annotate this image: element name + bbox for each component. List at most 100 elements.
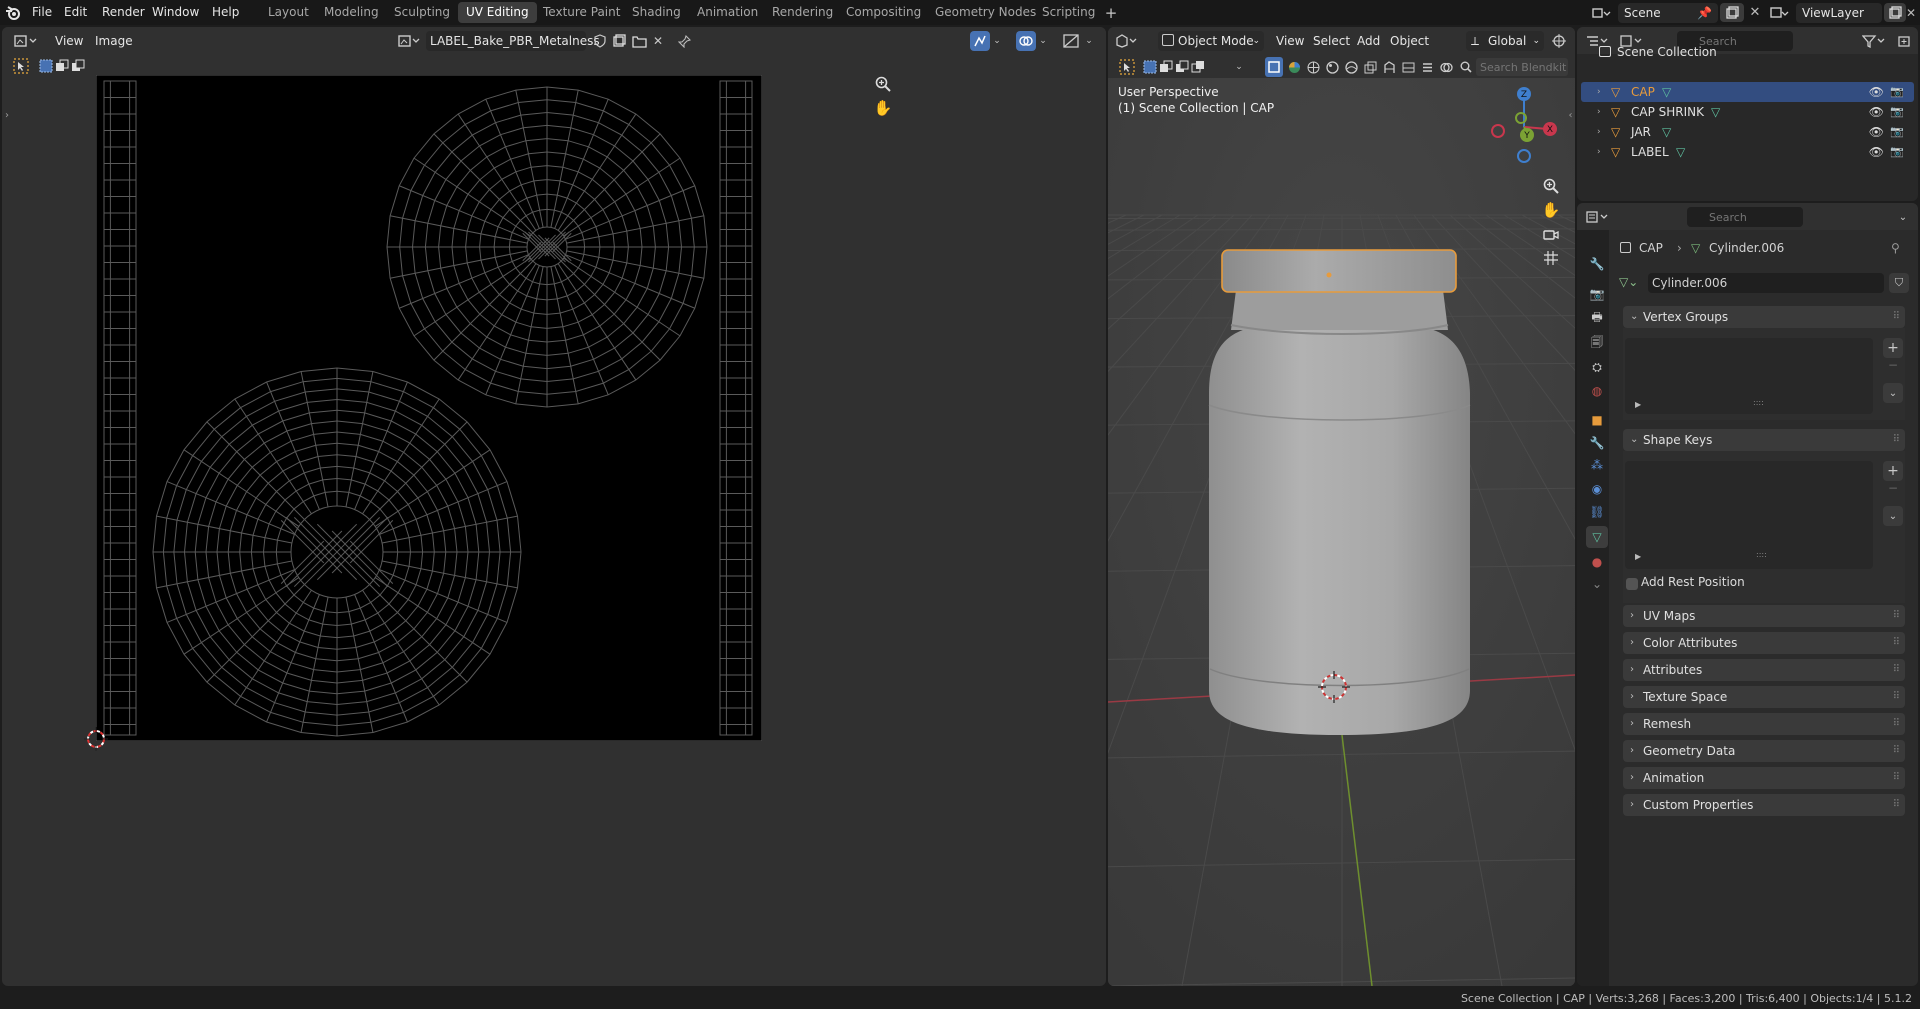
outliner-row-label[interactable]: › ▽ LABEL ▽ 👁 📷 — [1581, 142, 1914, 162]
editor-type-image-icon[interactable] — [10, 31, 44, 51]
breadcrumb-object[interactable]: CAP — [1639, 238, 1663, 258]
output-tab-icon[interactable]: 🖶 — [1586, 307, 1608, 329]
viewport-add-menu[interactable]: Add — [1352, 32, 1385, 50]
panel-geometry-data[interactable]: › Geometry Data ⠿ — [1623, 740, 1905, 762]
uv-sync-select-icon[interactable] — [970, 31, 990, 51]
panel-texture-space[interactable]: › Texture Space ⠿ — [1623, 686, 1905, 708]
render-camera-icon[interactable]: 📷 — [1890, 102, 1904, 122]
shading-rendered-icon[interactable] — [1342, 57, 1360, 77]
physics-tab-icon[interactable]: ◉ — [1586, 478, 1608, 500]
select-mode-subtract-icon[interactable] — [1174, 57, 1190, 77]
shape-key-specials-button[interactable]: ⌄ — [1883, 506, 1903, 526]
scene-name-field[interactable]: Scene 📌 — [1618, 3, 1718, 23]
breadcrumb-mesh[interactable]: Cylinder.006 — [1709, 238, 1784, 258]
overlays-icon[interactable] — [1016, 31, 1036, 51]
color-sphere-icon[interactable] — [1285, 57, 1303, 77]
pin-icon[interactable]: 📌 — [1697, 3, 1712, 23]
mesh-data-tab-icon[interactable]: ▽ — [1586, 526, 1608, 548]
drag-grip-icon[interactable]: ⠿ — [1893, 740, 1900, 762]
select-mode-subtract-icon[interactable] — [70, 56, 86, 76]
snap-icon[interactable] — [1380, 57, 1398, 77]
open-image-folder-icon[interactable] — [629, 31, 649, 51]
tab-rendering[interactable]: Rendering — [764, 2, 841, 23]
object-name[interactable]: CAP — [1631, 82, 1655, 102]
menu-render[interactable]: Render — [96, 3, 151, 22]
perspective-toggle-icon[interactable] — [1540, 247, 1562, 269]
orientation-dropdown[interactable]: ⟂ Global ⌄ — [1466, 31, 1544, 51]
viewport-view-menu[interactable]: View — [1271, 32, 1309, 50]
fake-user-shield-icon[interactable]: ⛉ — [1889, 273, 1909, 293]
object-name[interactable]: JAR — [1631, 122, 1651, 142]
camera-view-icon[interactable] — [1540, 223, 1562, 245]
select-tool-icon[interactable] — [10, 56, 32, 76]
drag-grip-icon[interactable]: ⠿ — [1893, 605, 1900, 627]
vertex-groups-list[interactable]: ▶ :::: — [1625, 338, 1873, 414]
drag-grip-icon[interactable]: ⠿ — [1893, 767, 1900, 789]
outliner-row-cap-shrink[interactable]: › ▽ CAP SHRINK ▽ 👁 📷 — [1581, 102, 1914, 122]
panel-color-attributes[interactable]: › Color Attributes ⠿ — [1623, 632, 1905, 654]
shading-solid-icon[interactable] — [1265, 57, 1283, 77]
add-rest-position-checkbox[interactable] — [1626, 578, 1638, 590]
expand-arrow-icon[interactable]: › — [1597, 122, 1601, 142]
visibility-eye-icon[interactable]: 👁 — [1869, 142, 1884, 162]
constraints-tab-icon[interactable]: ⛓ — [1586, 501, 1608, 523]
overlay-toggle-icon[interactable] — [1437, 57, 1455, 77]
scene-tab-icon[interactable]: ⛭ — [1586, 356, 1608, 378]
select-mode-extend-icon[interactable] — [1158, 57, 1174, 77]
list-expand-icon[interactable]: ▶ — [1635, 552, 1641, 561]
chevron-down-icon[interactable]: ⌄ — [1895, 207, 1911, 227]
menu-help[interactable]: Help — [206, 3, 245, 22]
uv-image-menu[interactable]: Image — [90, 32, 138, 50]
uv-2d-cursor-icon[interactable] — [84, 727, 108, 751]
new-scene-icon[interactable] — [1720, 3, 1744, 22]
select-mode-new-icon[interactable] — [38, 56, 54, 76]
view-layer-field[interactable]: ViewLayer — [1796, 3, 1882, 23]
list-resize-grip-icon[interactable]: :::: — [1756, 550, 1767, 559]
tab-layout[interactable]: Layout — [260, 2, 317, 23]
shape-keys-list[interactable]: ▶ :::: — [1625, 461, 1873, 569]
sidebar-expand-icon[interactable]: ‹ — [1566, 107, 1575, 123]
pan-hand-icon[interactable]: ✋ — [1540, 199, 1562, 221]
vertex-group-specials-button[interactable]: ⌄ — [1883, 383, 1903, 403]
tool-tab-icon[interactable]: 🔧 — [1586, 253, 1608, 275]
panel-vertex-groups[interactable]: ⌄ Vertex Groups ⠿ — [1623, 306, 1905, 328]
view-layer-tab-icon[interactable]: 🗐 — [1586, 332, 1608, 354]
pan-hand-icon[interactable]: ✋ — [872, 97, 894, 119]
unlink-image-icon[interactable]: ✕ — [649, 31, 667, 51]
proportional-edit-icon[interactable] — [1399, 57, 1417, 77]
tab-animation[interactable]: Animation — [689, 2, 766, 23]
tab-uv-editing[interactable]: UV Editing — [458, 2, 537, 23]
transform-pivot-icon[interactable] — [1548, 31, 1570, 51]
remove-shape-key-button[interactable]: − — [1883, 481, 1903, 495]
menu-window[interactable]: Window — [146, 3, 205, 22]
menu-file[interactable]: File — [26, 3, 58, 22]
zoom-icon[interactable] — [872, 73, 894, 95]
toolbar-expand-icon[interactable]: › — [2, 107, 12, 123]
drag-grip-icon[interactable]: ⠿ — [1893, 632, 1900, 654]
panel-custom-properties[interactable]: › Custom Properties ⠿ — [1623, 794, 1905, 816]
tab-geometry-nodes[interactable]: Geometry Nodes — [927, 2, 1044, 23]
panel-animation[interactable]: › Animation ⠿ — [1623, 767, 1905, 789]
image-name-field[interactable]: LABEL_Bake_PBR_Metalness — [426, 31, 600, 51]
channels-dropdown-icon[interactable]: ⌄ — [1082, 31, 1096, 51]
blender-logo-icon[interactable] — [4, 4, 22, 21]
scene-icon[interactable] — [1588, 3, 1616, 22]
expand-arrow-icon[interactable]: › — [1597, 142, 1601, 162]
drag-grip-icon[interactable]: ⠿ — [1893, 429, 1900, 451]
chevron-down-icon[interactable]: ⌄ — [1232, 57, 1246, 77]
shading-wire-icon[interactable] — [1304, 57, 1322, 77]
zoom-icon[interactable] — [1540, 175, 1562, 197]
add-vertex-group-button[interactable]: + — [1883, 338, 1903, 358]
list-resize-grip-icon[interactable]: :::: — [1753, 398, 1764, 407]
fake-user-icon[interactable] — [590, 31, 610, 51]
shading-material-icon[interactable] — [1323, 57, 1341, 77]
panel-shape-keys[interactable]: ⌄ Shape Keys ⠿ — [1623, 429, 1905, 451]
more-tabs-icon[interactable]: ⌄ — [1586, 573, 1608, 595]
tab-sculpting[interactable]: Sculpting — [386, 2, 458, 23]
render-camera-icon[interactable]: 📷 — [1890, 122, 1904, 142]
tab-compositing[interactable]: Compositing — [838, 2, 929, 23]
view-layer-icon[interactable] — [1766, 3, 1794, 22]
navigation-axis-gizmo[interactable]: Z X Y — [1484, 87, 1564, 167]
mesh-browse-icon[interactable]: ▽⌄ — [1619, 275, 1638, 289]
visibility-eye-icon[interactable]: 👁 — [1869, 82, 1884, 102]
